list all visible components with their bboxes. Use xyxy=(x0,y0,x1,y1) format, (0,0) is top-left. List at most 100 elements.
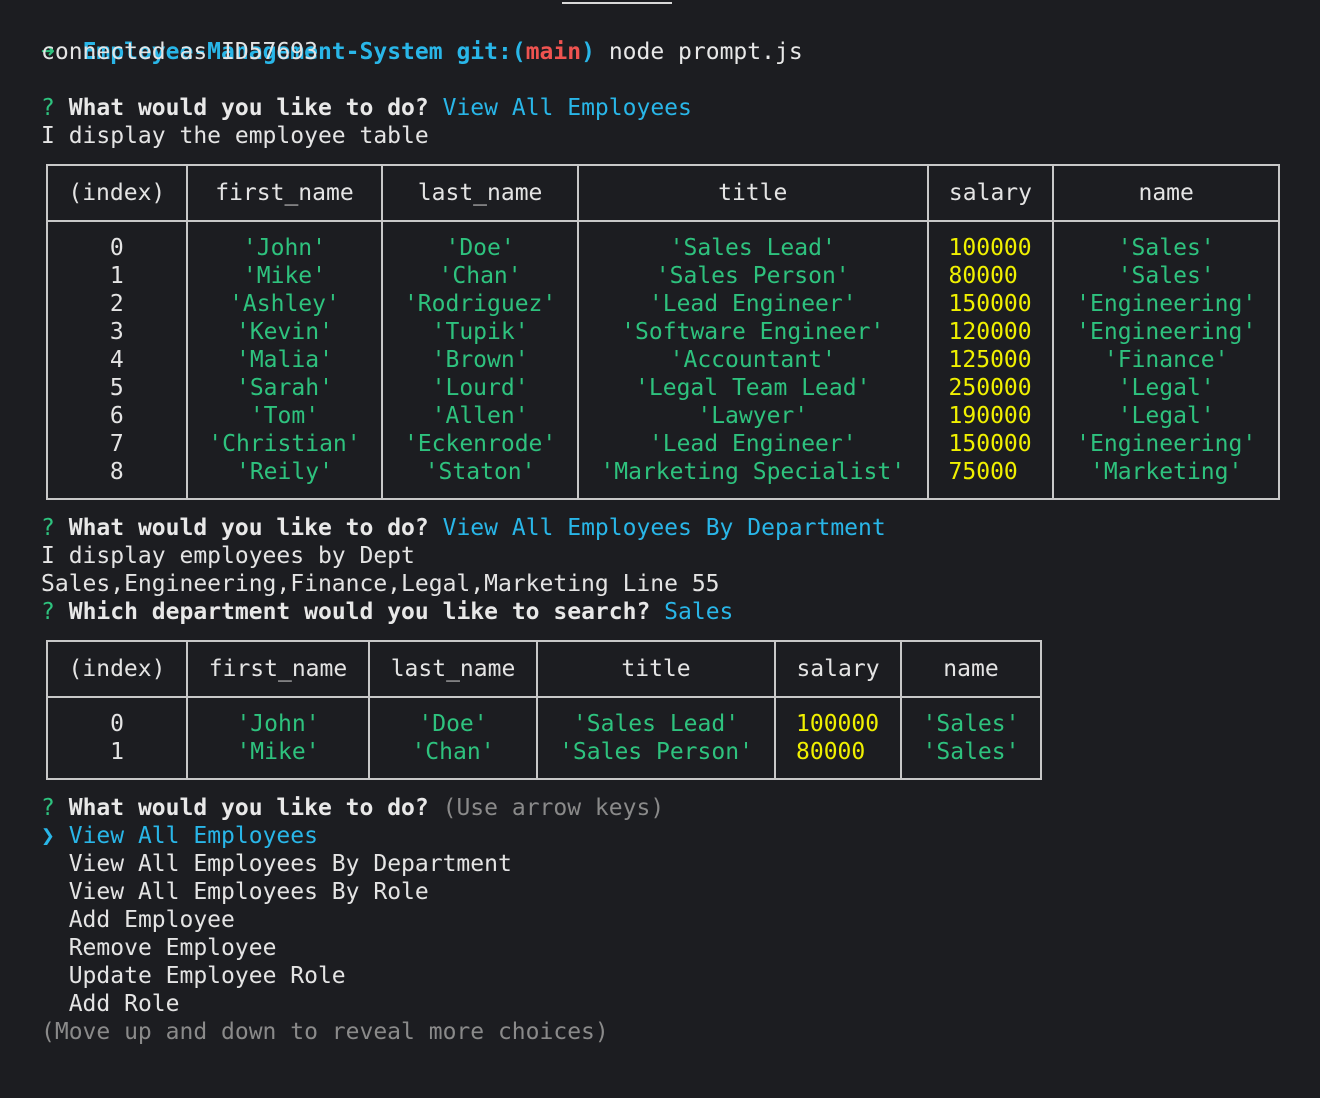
table-cell: 'Accountant' xyxy=(576,346,929,374)
table-cell: 'Rodriguez' xyxy=(381,290,579,318)
question-mark: ? xyxy=(41,515,55,541)
table-cell: 80000 xyxy=(926,262,1055,290)
column-header: salary xyxy=(926,165,1055,222)
table-cell: 120000 xyxy=(926,318,1055,346)
table-cell: 8 xyxy=(46,458,188,499)
table-cell: 100000 xyxy=(774,697,902,738)
menu-item-update-role[interactable]: Update Employee Role xyxy=(41,962,346,990)
menu-item-label: View All Employees xyxy=(68,823,318,849)
table-cell: 'Sales Person' xyxy=(576,262,929,290)
table-cell: 'Tupik' xyxy=(381,318,579,346)
table-cell: 'Marketing' xyxy=(1052,458,1280,499)
question-text: What would you like to do? xyxy=(68,795,429,821)
table-cell: 'Sales' xyxy=(900,738,1042,779)
table-header-row: (index) first_name last_name title salary nam… xyxy=(46,165,1280,222)
question-text: Which department would you like to searc… xyxy=(68,599,651,625)
pointer-icon: ❯ xyxy=(41,823,55,849)
table-row: 1 'Mike' 'Chan' 'Sales Person' 80000 'Sales' xyxy=(46,738,1042,779)
table-cell: 'Chan' xyxy=(381,262,579,290)
question-text: What would you like to do? xyxy=(68,95,429,121)
output-message-3: Sales,Engineering,Finance,Legal,Marketin… xyxy=(41,571,720,597)
question-answer: View All Employees xyxy=(442,95,692,121)
table-cell: 'Chan' xyxy=(368,738,538,779)
table-cell: 250000 xyxy=(926,374,1055,402)
question-3: ? Which department would you like to sea… xyxy=(41,598,733,626)
column-header: (index) xyxy=(46,641,188,698)
menu-item-by-role[interactable]: View All Employees By Role xyxy=(41,878,429,906)
question-4: ? What would you like to do? (Use arrow … xyxy=(41,794,664,822)
table-row: 6 'Tom' 'Allen' 'Lawyer' 190000 'Legal' xyxy=(46,402,1280,430)
table-cell: 150000 xyxy=(926,430,1055,458)
git-branch: main xyxy=(525,39,582,65)
table-cell: 'Ashley' xyxy=(185,290,384,318)
table-cell: 6 xyxy=(46,402,188,430)
table-cell: 0 xyxy=(46,697,188,738)
table-cell: 'Tom' xyxy=(185,402,384,430)
menu-item-add-role[interactable]: Add Role xyxy=(41,990,180,1018)
table-cell: 4 xyxy=(46,346,188,374)
table-cell: 'Legal Team Lead' xyxy=(576,374,929,402)
table-cell: 1 xyxy=(46,738,188,779)
table-cell: 'Lead Engineer' xyxy=(576,430,929,458)
question-text: What would you like to do? xyxy=(68,515,429,541)
shell-command: node prompt.js xyxy=(608,39,803,65)
question-mark: ? xyxy=(41,795,55,821)
question-answer: View All Employees By Department xyxy=(442,515,886,541)
table-row: 3 'Kevin' 'Tupik' 'Software Engineer' 120000… xyxy=(46,318,1280,346)
table-cell: 7 xyxy=(46,430,188,458)
table-cell: 2 xyxy=(46,290,188,318)
table-cell: 'John' xyxy=(186,697,370,738)
table-cell: 150000 xyxy=(926,290,1055,318)
table-cell: 'Malia' xyxy=(185,346,384,374)
output-message-2: I display employees by Dept xyxy=(41,543,415,569)
menu-item-label: Add Employee xyxy=(68,907,235,933)
table-cell: 125000 xyxy=(926,346,1055,374)
table-row: 2 'Ashley' 'Rodriguez' 'Lead Engineer' 15000… xyxy=(46,290,1280,318)
menu-item-label: Add Role xyxy=(68,991,180,1017)
menu-item-selected[interactable]: ❯ View All Employees xyxy=(41,822,318,850)
column-header: salary xyxy=(774,641,902,698)
table-cell: 'Sales' xyxy=(900,697,1042,738)
table-row: 0 'John' 'Doe' 'Sales Lead' 100000 'Sales' xyxy=(46,221,1280,262)
connection-status: connected as ID57693 xyxy=(41,39,318,65)
column-header: last_name xyxy=(381,165,579,222)
table-header-row: (index) first_name last_name title salary nam… xyxy=(46,641,1042,698)
table-cell: 'Staton' xyxy=(381,458,579,499)
table-cell: 'Sales Lead' xyxy=(576,221,929,262)
department-employee-table: (index) first_name last_name title salary nam… xyxy=(46,640,1042,780)
table-cell: 'Christian' xyxy=(185,430,384,458)
menu-item-label: Remove Employee xyxy=(68,935,277,961)
table-row: 4 'Malia' 'Brown' 'Accountant' 125000 'Financ… xyxy=(46,346,1280,374)
menu-item-add-employee[interactable]: Add Employee xyxy=(41,906,235,934)
column-header: first_name xyxy=(185,165,384,222)
table-cell: 'Marketing Specialist' xyxy=(576,458,929,499)
menu-item-label: Update Employee Role xyxy=(68,963,346,989)
table-cell: 'Brown' xyxy=(381,346,579,374)
table-cell: 'Sales Person' xyxy=(536,738,776,779)
question-2: ? What would you like to do? View All Em… xyxy=(41,514,886,542)
menu-item-by-department[interactable]: View All Employees By Department xyxy=(41,850,512,878)
table-cell: 190000 xyxy=(926,402,1055,430)
column-header: (index) xyxy=(46,165,188,222)
table-cell: 'Eckenrode' xyxy=(381,430,579,458)
table-row: 8 'Reily' 'Staton' 'Marketing Specialist' 75… xyxy=(46,458,1280,499)
table-cell: 'Sales Lead' xyxy=(536,697,776,738)
table-row: 5 'Sarah' 'Lourd' 'Legal Team Lead' 250000 'L… xyxy=(46,374,1280,402)
question-hint: (Use arrow keys) xyxy=(442,795,665,821)
table-cell: 'Finance' xyxy=(1052,346,1280,374)
table-cell: 'Software Engineer' xyxy=(576,318,929,346)
question-mark: ? xyxy=(41,599,55,625)
menu-item-label: View All Employees By Role xyxy=(68,879,429,905)
table-row: 7 'Christian' 'Eckenrode' 'Lead Engineer' 15… xyxy=(46,430,1280,458)
window-top-rule xyxy=(562,2,672,4)
table-cell: 0 xyxy=(46,221,188,262)
table-cell: 80000 xyxy=(774,738,902,779)
column-header: title xyxy=(576,165,929,222)
table-cell: 'Reily' xyxy=(185,458,384,499)
question-answer: Sales xyxy=(664,599,734,625)
table-row: 1 'Mike' 'Chan' 'Sales Person' 80000 'Sales' xyxy=(46,262,1280,290)
menu-item-remove-employee[interactable]: Remove Employee xyxy=(41,934,277,962)
table-cell: 1 xyxy=(46,262,188,290)
table-row: 0 'John' 'Doe' 'Sales Lead' 100000 'Sales' xyxy=(46,697,1042,738)
employee-table: (index) first_name last_name title salary nam… xyxy=(46,164,1280,500)
